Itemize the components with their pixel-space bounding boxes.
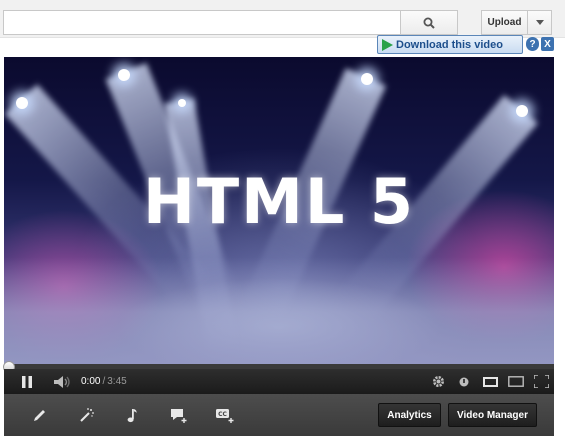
spotlight — [178, 99, 186, 107]
small-player-button[interactable] — [480, 369, 500, 394]
video-title-text: HTML 5 — [142, 165, 416, 238]
download-video-button[interactable]: Download this video — [377, 35, 523, 54]
settings-button[interactable] — [428, 369, 448, 394]
stage-fog — [4, 257, 554, 364]
quality-button[interactable] — [455, 369, 473, 394]
magic-wand-icon — [80, 408, 94, 422]
pencil-icon — [34, 410, 45, 421]
current-time: 0:00 — [81, 376, 101, 387]
volume-icon — [54, 375, 70, 388]
small-player-icon — [482, 376, 498, 387]
spotlight — [361, 73, 373, 85]
large-player-button[interactable] — [506, 369, 526, 394]
annotations-button[interactable] — [166, 403, 192, 427]
help-icon[interactable]: ? — [526, 37, 539, 51]
search-icon — [423, 17, 435, 29]
effects-button[interactable] — [74, 403, 100, 427]
duration: 3:45 — [107, 376, 127, 387]
analytics-button[interactable]: Analytics — [378, 403, 441, 427]
close-icon[interactable]: X — [541, 37, 554, 51]
large-player-icon — [508, 376, 524, 387]
time-separator: / — [102, 376, 106, 387]
upload-button[interactable]: Upload — [481, 10, 528, 35]
annotation-add-icon — [171, 408, 187, 423]
captions-add-icon: CC — [216, 408, 234, 423]
search-button[interactable] — [401, 10, 458, 35]
spotlight — [16, 97, 28, 109]
spotlight — [118, 69, 130, 81]
time-display: 0:00 / 3:45 — [81, 369, 127, 394]
play-arrow-icon — [382, 38, 393, 51]
caret-down-icon — [535, 20, 544, 25]
quality-icon — [459, 377, 469, 386]
video-manager-button[interactable]: Video Manager — [448, 403, 537, 427]
enhancements-button[interactable] — [27, 403, 53, 427]
volume-button[interactable] — [51, 369, 75, 394]
gear-icon — [432, 376, 444, 387]
pause-button[interactable] — [16, 369, 38, 394]
svg-text:CC: CC — [218, 411, 227, 418]
search-input[interactable] — [3, 10, 401, 35]
music-note-icon — [127, 408, 137, 422]
fullscreen-button[interactable] — [531, 369, 551, 394]
captions-button[interactable]: CC — [212, 403, 238, 427]
pause-icon — [22, 375, 32, 388]
fullscreen-icon — [533, 375, 549, 388]
upload-menu-button[interactable] — [527, 10, 552, 35]
video-editor-toolbar: CC Analytics Video Manager — [4, 394, 554, 436]
audio-button[interactable] — [119, 403, 145, 427]
spotlight — [516, 105, 528, 117]
player-controls: 0:00 / 3:45 — [4, 369, 554, 394]
masthead: Upload — [0, 0, 565, 38]
video-player[interactable]: HTML 5 — [4, 57, 554, 364]
download-video-label: Download this video — [396, 38, 503, 51]
